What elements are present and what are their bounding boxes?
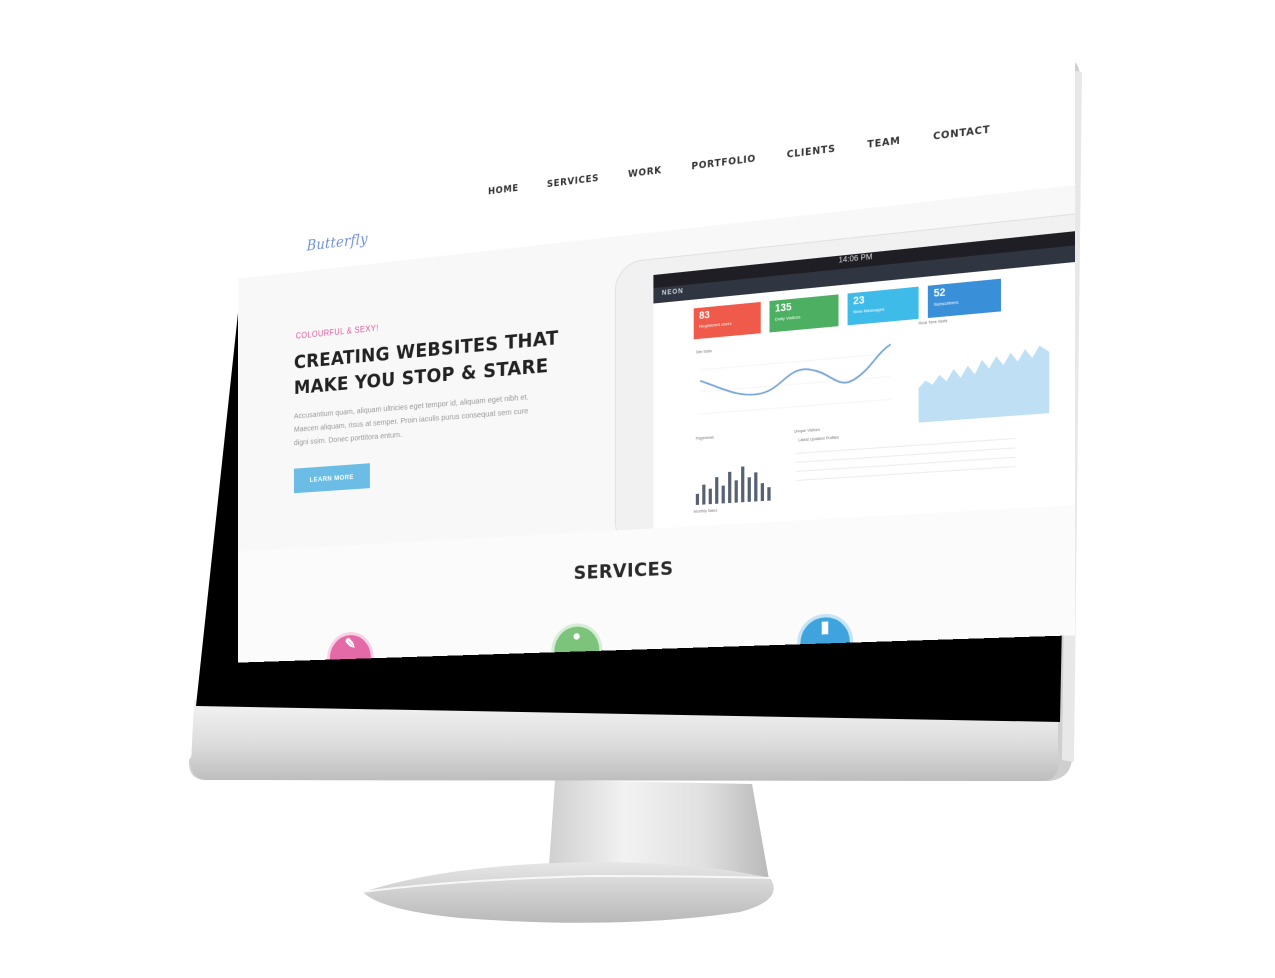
learn-more-button[interactable]: LEARN MORE — [293, 463, 370, 494]
unique-visitors-label: Unique Visitors — [793, 427, 820, 434]
tablet-time: 14:06 PM — [838, 253, 873, 265]
leaf-icon[interactable]: ● — [551, 622, 603, 663]
main-nav: HOME SERVICES WORK PORTFOLIO CLIENTS TEA… — [488, 124, 990, 197]
nav-work[interactable]: WORK — [628, 165, 662, 180]
hero-description: Accusantium quam, aliquam ultricies eget… — [293, 391, 529, 448]
tile-value: 135 — [775, 301, 792, 315]
real-time-label: Real Time Stats — [918, 318, 948, 326]
tile-label: Subscribers — [933, 299, 959, 308]
nav-home[interactable]: HOME — [488, 183, 519, 197]
tile-label: Registered users — [699, 320, 732, 329]
real-time-area-chart — [918, 344, 1050, 423]
nav-services[interactable]: SERVICES — [547, 173, 599, 190]
stat-tile-subscribers: 52 Subscribers — [927, 278, 1002, 319]
site-stats-line-chart — [700, 342, 891, 425]
dashboard-screenshot: 14:06 PM NEON 83 Registered users 135 Da… — [653, 223, 1075, 539]
screen: Butterfly HOME SERVICES WORK PORTFOLIO C… — [0, 0, 1275, 978]
stat-tile-visitors: 135 Daily Visitors — [769, 294, 839, 333]
services-title: SERVICES — [573, 558, 674, 585]
imac-mockup: Butterfly HOME SERVICES WORK PORTFOLIO C… — [0, 0, 1275, 978]
device-icon[interactable]: ▮ — [797, 612, 854, 663]
monthly-sales-bars — [695, 466, 771, 506]
pen-icon[interactable]: ✎ — [326, 631, 374, 663]
tablet-mockup: 14:06 PM NEON 83 Registered users 135 Da… — [614, 206, 1075, 551]
pageviews-label: Pageviews — [695, 435, 714, 441]
tile-value: 23 — [853, 294, 865, 307]
nav-clients[interactable]: CLIENTS — [787, 144, 836, 161]
stat-tile-registered: 83 Registered users — [693, 301, 761, 340]
nav-team[interactable]: TEAM — [867, 136, 900, 152]
hero-tagline: COLOURFUL & SEXY! — [295, 323, 379, 341]
tile-label: Daily Visitors — [775, 313, 801, 322]
nav-contact[interactable]: CONTACT — [933, 124, 990, 143]
dashboard-brand: NEON — [661, 288, 684, 298]
tile-value: 52 — [933, 286, 946, 300]
site-stats-label: Site Stats — [695, 348, 712, 355]
website: Butterfly HOME SERVICES WORK PORTFOLIO C… — [238, 19, 1075, 663]
stat-tile-messages: 23 New Messages — [847, 286, 919, 326]
tile-value: 83 — [699, 309, 710, 322]
nav-portfolio[interactable]: PORTFOLIO — [691, 154, 755, 173]
tile-label: New Messages — [853, 305, 885, 315]
site-logo[interactable]: Butterfly — [307, 231, 368, 255]
monthly-sales-label: Monthly Sales — [693, 508, 718, 514]
